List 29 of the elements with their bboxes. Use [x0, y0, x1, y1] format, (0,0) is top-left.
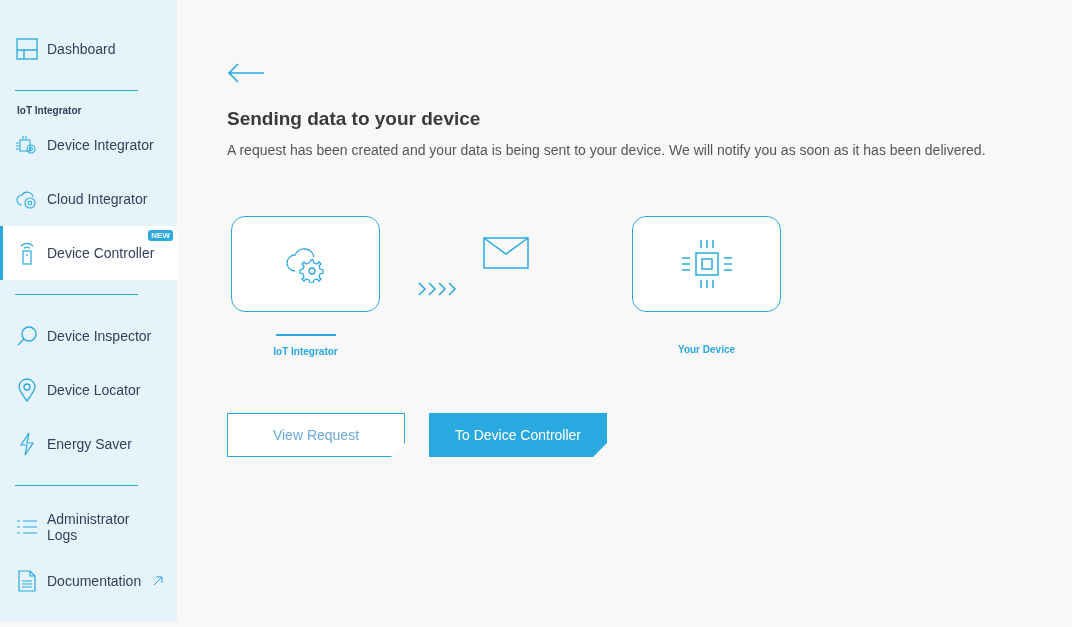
chevrons-icon — [417, 282, 457, 296]
sidebar-item[interactable]: Administrator Logs — [0, 500, 177, 554]
sidebar-item[interactable]: Cloud Integrator — [0, 172, 177, 226]
active-indicator — [275, 334, 336, 336]
chip-icon — [679, 238, 734, 290]
cloud-gear-icon — [15, 188, 39, 210]
back-arrow-icon[interactable] — [227, 62, 265, 84]
document-icon — [18, 570, 36, 592]
envelope-icon — [483, 237, 529, 269]
cloud-gear-icon — [284, 245, 327, 283]
section-heading: IoT Integrator — [16, 105, 83, 116]
search-icon — [16, 325, 38, 347]
dashboard-icon — [16, 38, 38, 60]
location-pin-icon — [18, 378, 36, 402]
new-badge: NEW — [148, 230, 173, 241]
description: A request has been created and your data is being sent to your device. We will notify you as soon as it has been delivered. — [227, 142, 987, 158]
source-label: IoT Integrator — [273, 346, 338, 357]
chip-gear-icon — [15, 134, 39, 156]
sidebar-item[interactable]: Dashboard — [0, 22, 177, 76]
lightning-icon — [18, 432, 36, 456]
list-icon — [16, 518, 38, 536]
page-title: Sending data to your device — [227, 108, 482, 130]
sidebar-item[interactable]: Device Inspector — [0, 309, 177, 363]
sidebar-item[interactable]: Device Integrator — [0, 118, 177, 172]
sidebar-item[interactable]: Device Locator — [0, 363, 177, 417]
sidebar-item[interactable]: Energy Saver — [0, 417, 177, 471]
sidebar-item[interactable]: Documentation — [0, 554, 177, 608]
target-label: Your Device — [677, 344, 736, 355]
sidebar-item[interactable]: NEW Device Controller — [0, 226, 177, 280]
